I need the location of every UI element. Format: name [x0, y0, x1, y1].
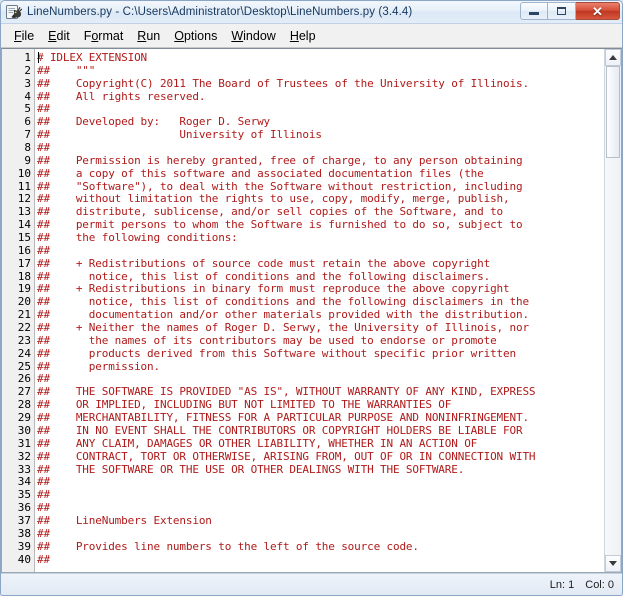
line-number: 16: [17, 243, 31, 257]
code-line: ## ANY CLAIM, DAMAGES OR OTHER LIABILITY…: [37, 436, 478, 450]
line-number: 8: [24, 141, 31, 155]
menu-item-file[interactable]: File: [7, 27, 41, 45]
maximize-icon: [557, 7, 566, 15]
code-line: ## + Neither the names of Roger D. Serwy…: [37, 321, 529, 335]
line-number: 39: [17, 539, 31, 553]
window-title: LineNumbers.py - C:\Users\Administrator\…: [27, 6, 413, 18]
triangle-down-icon: [609, 561, 617, 566]
line-number: 15: [17, 231, 31, 245]
menu-item-options[interactable]: Options: [167, 27, 224, 45]
code-line: ##: [37, 488, 50, 502]
idle-editor-window: LineNumbers.py - C:\Users\Administrator\…: [0, 0, 623, 596]
line-number: 1: [24, 51, 31, 64]
minimize-button[interactable]: [520, 2, 548, 20]
code-line: ## THE SOFTWARE OR THE USE OR OTHER DEAL…: [37, 462, 465, 476]
source-code: # IDLEX EXTENSION ## """ ## Copyright(C) 2…: [37, 51, 621, 566]
title-bar[interactable]: LineNumbers.py - C:\Users\Administrator\…: [1, 1, 622, 24]
minimize-icon: [529, 12, 539, 15]
code-line: ## products derived from this Software w…: [37, 346, 516, 360]
code-line: ##: [37, 475, 50, 489]
status-line-indicator: Ln: 1: [549, 578, 575, 591]
triangle-up-icon: [609, 55, 617, 60]
line-number: 36: [17, 501, 31, 515]
code-line: ## the names of its contributors may be …: [37, 333, 497, 347]
status-column-indicator: Col: 0: [585, 578, 614, 591]
close-icon: ✕: [592, 3, 603, 19]
line-number: 22: [17, 321, 31, 335]
scroll-down-button[interactable]: [605, 555, 621, 572]
code-line: ##: [37, 526, 50, 540]
code-line: ## University of Illinois: [37, 128, 322, 142]
code-line: ##: [37, 243, 50, 257]
menu-item-help[interactable]: Help: [283, 27, 323, 45]
code-line: ## LineNumbers Extension: [37, 513, 212, 527]
line-number: 32: [17, 449, 31, 463]
line-number: 40: [17, 552, 31, 566]
code-line: ## MERCHANTABILITY, FITNESS FOR A PARTIC…: [37, 411, 529, 425]
text-caret: [38, 52, 39, 63]
code-line: ## + Redistributions of source code must…: [37, 256, 491, 270]
line-number: 29: [17, 411, 31, 425]
scroll-up-button[interactable]: [605, 49, 621, 66]
code-line: ##: [37, 141, 50, 155]
code-line: ## """: [37, 63, 96, 77]
line-number: 30: [17, 423, 31, 437]
menu-item-edit[interactable]: Edit: [41, 27, 77, 45]
line-number: 31: [17, 436, 31, 450]
line-number: 10: [17, 166, 31, 180]
maximize-button[interactable]: [548, 2, 576, 20]
code-line: ## All rights reserved.: [37, 89, 206, 103]
close-button[interactable]: ✕: [576, 2, 620, 20]
code-line: ##: [37, 552, 50, 566]
line-number: 37: [17, 513, 31, 527]
menu-bar: File Edit Format Run Options Window Help: [1, 24, 622, 48]
code-text-area[interactable]: # IDLEX EXTENSION ## """ ## Copyright(C) 2…: [35, 49, 621, 572]
vertical-scrollbar[interactable]: [604, 49, 621, 572]
code-line: ## permission.: [37, 359, 160, 373]
code-line: # IDLEX EXTENSION: [37, 51, 148, 64]
code-line: ## IN NO EVENT SHALL THE CONTRIBUTORS OR…: [37, 423, 523, 437]
menu-item-window[interactable]: Window: [224, 27, 282, 45]
line-number: 9: [24, 153, 31, 167]
code-line: ## a copy of this software and associate…: [37, 166, 484, 180]
line-number: 38: [17, 526, 31, 540]
line-number: 3: [24, 76, 31, 90]
scrollbar-thumb[interactable]: [606, 66, 620, 158]
line-number-gutter: 1 2 3 4 5 6 7 8 9 10 11 12 13 14 15 16 17 18 19 20 21 22 23 24 2…: [2, 49, 35, 572]
status-bar: Ln: 1 Col: 0: [1, 573, 622, 595]
python-idle-icon: [6, 4, 23, 20]
line-number: 23: [17, 333, 31, 347]
editor-area: 1 2 3 4 5 6 7 8 9 10 11 12 13 14 15 16 17 18 19 20 21 22 23 24 2…: [1, 48, 622, 573]
code-line: ## Permission is hereby granted, free of…: [37, 153, 523, 167]
menu-item-format[interactable]: Format: [77, 27, 131, 45]
window-controls: ✕: [520, 2, 620, 20]
code-line: ## CONTRACT, TORT OR OTHERWISE, ARISING …: [37, 449, 536, 463]
line-number: 2: [24, 63, 31, 77]
code-line: ## Copyright(C) 2011 The Board of Truste…: [37, 76, 529, 90]
code-line: ## Provides line numbers to the left of …: [37, 539, 419, 553]
code-line: ## the following conditions:: [37, 231, 238, 245]
line-number: 17: [17, 256, 31, 270]
menu-item-run[interactable]: Run: [130, 27, 167, 45]
line-number: 24: [17, 346, 31, 360]
code-line: ##: [37, 501, 50, 515]
